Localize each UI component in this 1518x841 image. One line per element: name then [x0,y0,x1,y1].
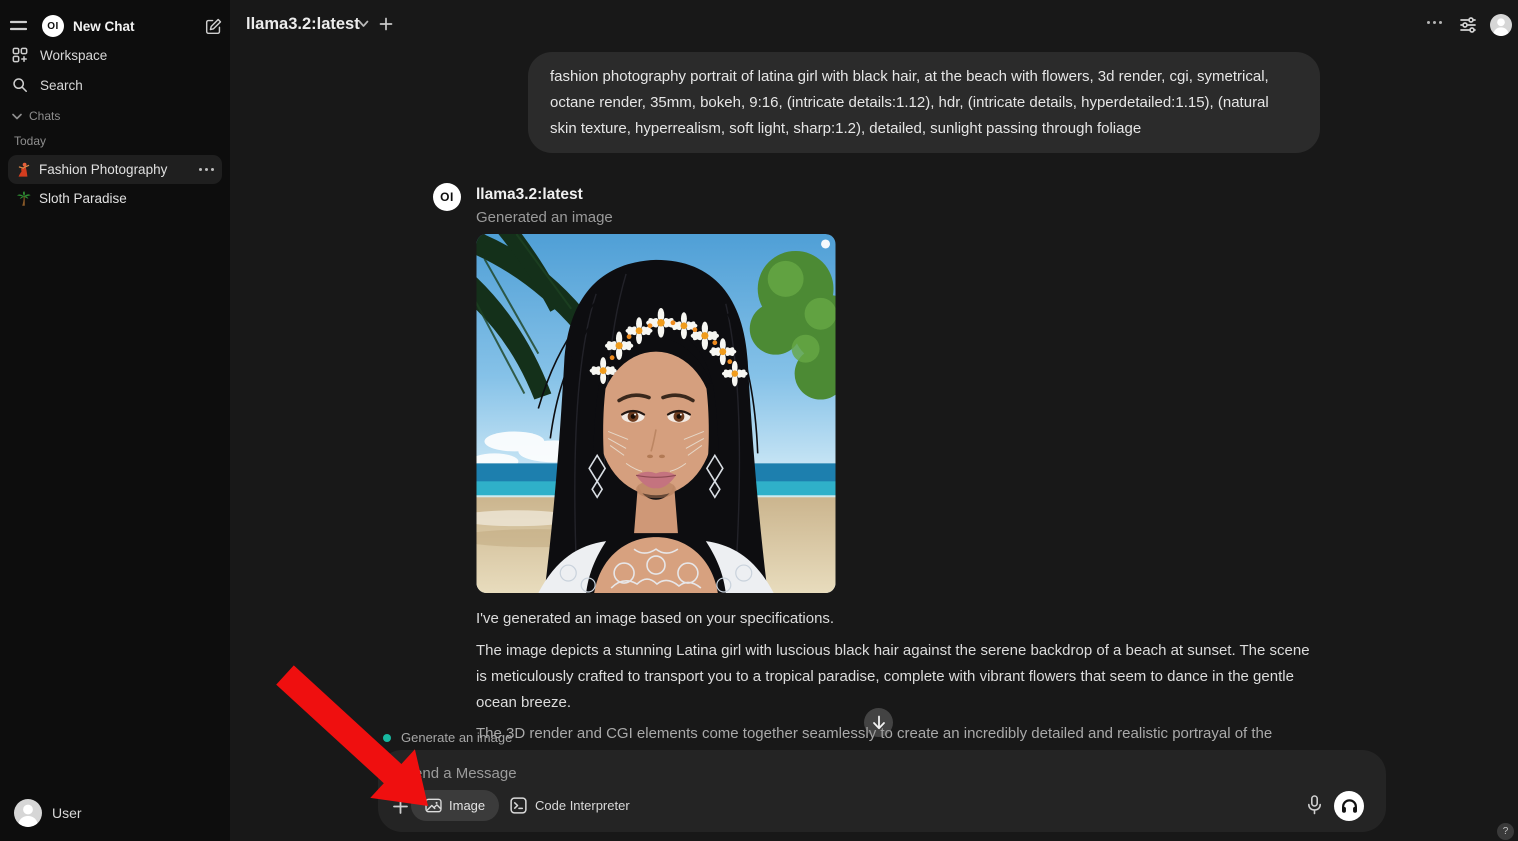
scroll-to-bottom-button[interactable] [864,708,893,737]
new-model-plus-icon[interactable] [379,17,393,31]
code-interpreter-button[interactable]: Code Interpreter [502,790,638,821]
chat-item-fashion-photography[interactable]: Fashion Photography [8,155,222,184]
sidebar: OI New Chat Workspace Search Chats Today [0,0,230,841]
sidebar-item-search[interactable]: Search [12,74,218,96]
assistant-avatar: OI [433,183,461,211]
user-message-text: fashion photography portrait of latina g… [550,68,1269,137]
new-chat-label[interactable]: New Chat [73,19,135,34]
chats-section-label: Chats [29,109,60,123]
message-input[interactable] [404,759,1284,787]
dancer-emoji [16,162,31,178]
chats-section-header[interactable]: Chats [12,108,60,124]
assistant-paragraph: I've generated an image based on your sp… [476,606,1314,632]
settings-sliders-icon[interactable] [1458,15,1478,35]
chat-item-sloth-paradise[interactable]: Sloth Paradise [8,184,222,213]
new-chat-edit-icon[interactable] [205,18,222,35]
time-group-label: Today [14,134,46,148]
generation-status: Generate an image [383,730,512,745]
chevron-down-icon [12,113,22,120]
code-interpreter-label: Code Interpreter [535,798,630,813]
user-name-label: User [52,805,82,821]
image-button-label: Image [449,798,485,813]
model-chevron-down-icon[interactable] [358,20,369,28]
code-interpreter-icon [510,797,527,814]
palm-tree-emoji [16,191,31,207]
generated-image[interactable] [476,234,836,593]
help-button[interactable]: ? [1497,823,1514,840]
chat-item-label: Fashion Photography [39,162,199,177]
headphones-icon [1341,798,1358,814]
header-menu-ellipsis-icon[interactable] [1427,21,1442,24]
status-label: Generate an image [401,730,512,745]
image-generation-button[interactable]: Image [411,790,499,821]
assistant-name: llama3.2:latest [476,186,583,204]
voice-call-button[interactable] [1334,791,1364,821]
user-message-bubble: fashion photography portrait of latina g… [528,52,1320,153]
message-composer: Image Code Interpreter [378,750,1386,832]
sidebar-toggle-icon[interactable] [10,19,27,33]
workspace-grid-icon [12,47,28,63]
sidebar-item-workspace[interactable]: Workspace [12,44,218,66]
header-user-avatar[interactable] [1490,14,1512,36]
sidebar-user-profile[interactable]: User [14,798,214,828]
app-logo: OI [42,15,64,37]
assistant-generated-status: Generated an image [476,209,613,226]
model-selector[interactable]: llama3.2:latest [246,15,360,34]
mic-icon[interactable] [1307,795,1322,815]
search-icon [12,77,28,93]
assistant-paragraph: The image depicts a stunning Latina girl… [476,638,1314,716]
status-dot [383,734,391,742]
image-icon [425,798,442,813]
assistant-paragraph-clipped: The 3D render and CGI elements come toge… [476,721,1314,747]
user-avatar-icon [14,799,42,827]
chat-item-menu-icon[interactable] [199,168,214,171]
open-webui-window: OI New Chat Workspace Search Chats Today [0,0,1518,841]
chat-item-label: Sloth Paradise [39,191,214,206]
workspace-label: Workspace [40,48,107,63]
scroll-down-icon [872,715,886,730]
search-label: Search [40,78,83,93]
